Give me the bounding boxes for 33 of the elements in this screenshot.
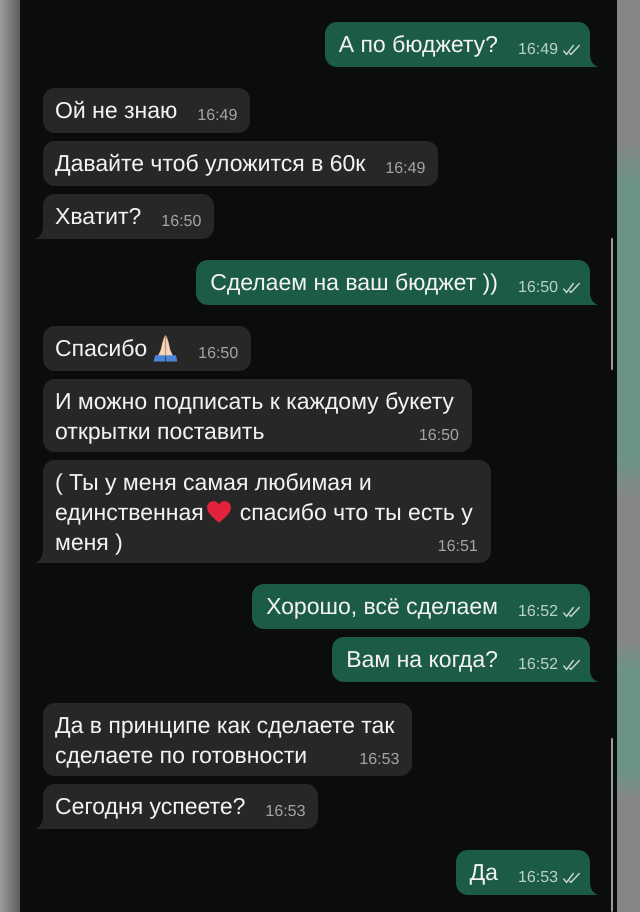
- message-text: Да в принципе как сделаете так: [55, 711, 394, 740]
- message-time: 16:49: [518, 41, 558, 59]
- message-text: единственная: [55, 498, 204, 527]
- message-time: 16:52: [518, 603, 558, 621]
- message-time: 16:52: [518, 656, 558, 674]
- message-text: И можно подписать к каждому букету: [55, 387, 454, 416]
- message-time: 16:49: [197, 107, 238, 125]
- message-text: ( Ты у меня самая любимая и: [55, 468, 372, 497]
- message-time: 16:49: [385, 160, 426, 178]
- message-time: 16:53: [265, 803, 306, 821]
- message-text: Сегодня успеете?: [55, 792, 246, 821]
- message-text: Спасибо: [55, 334, 148, 363]
- message-time: 16:51: [438, 538, 478, 556]
- message-text: А по бюджету?: [338, 30, 498, 59]
- heart-icon: [206, 500, 232, 524]
- message-text: Да: [470, 858, 498, 887]
- message-text: сделаете по готовности: [55, 741, 308, 770]
- message-time: 16:53: [359, 751, 400, 769]
- message-text: Сделаем на ваш бюджет )): [210, 268, 498, 297]
- message-text: спасибо что ты есть у: [240, 498, 473, 527]
- praying-hands-icon: [153, 335, 178, 362]
- message-time: 16:53: [518, 869, 558, 887]
- message-text: Хорошо, всё сделаем: [266, 592, 498, 621]
- message-time: 16:50: [161, 213, 202, 231]
- message-text: меня ): [55, 528, 123, 557]
- message-text: Вам на когда?: [346, 645, 498, 674]
- message-text: Ой не знаю: [55, 96, 178, 125]
- message-time: 16:50: [518, 279, 558, 297]
- message-time: 16:50: [418, 427, 459, 445]
- message-text: открытки поставить: [55, 417, 264, 446]
- message-text: Хватит?: [55, 202, 142, 231]
- message-time: 16:50: [198, 345, 238, 363]
- message-text: Давайте чтоб уложится в 60к: [55, 149, 366, 178]
